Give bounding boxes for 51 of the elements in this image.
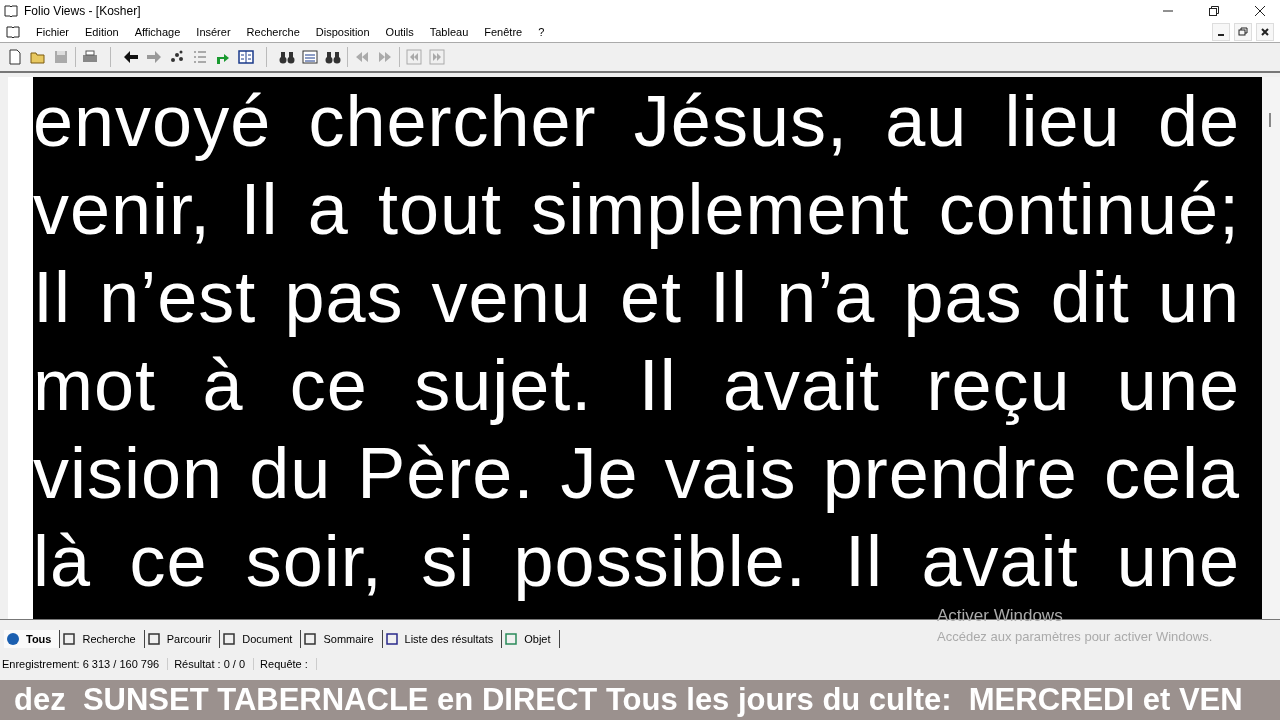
tab[interactable]: Recherche <box>60 630 145 648</box>
text-line: là ce soir, si possible. Il avait une <box>33 520 1240 603</box>
tab[interactable]: Sommaire <box>301 630 383 648</box>
tab[interactable]: Parcourir <box>144 630 221 648</box>
close-icon[interactable] <box>1254 5 1266 17</box>
tab[interactable]: Document <box>220 630 302 648</box>
forward-arrow-icon[interactable] <box>145 48 163 66</box>
tab[interactable]: Objet <box>502 630 560 648</box>
text-line: Il n’est pas venu et Il n’a pas dit un <box>33 256 1240 339</box>
status-text: Résultat : 0 / 0 <box>174 658 255 670</box>
activation-text: Accédez aux paramètres pour activer Windows. <box>937 629 1213 644</box>
new-file-icon[interactable] <box>6 48 24 66</box>
next-icon[interactable] <box>428 48 446 66</box>
text-line: vision du Père. Je vais prendre cela <box>33 432 1240 515</box>
query-icon[interactable] <box>301 48 319 66</box>
ticker-text: dez SUNSET TABERNACLE en DIRECT Tous les jours du culte: MERCREDI et VEN <box>14 682 1243 718</box>
list-icon[interactable] <box>191 48 209 66</box>
window-title: Folio Views - [Kosher] <box>24 4 141 18</box>
tab-icon <box>62 632 77 646</box>
tab-icon <box>222 632 237 646</box>
restore-icon[interactable] <box>1234 23 1252 41</box>
columns-icon[interactable] <box>237 48 255 66</box>
menu-item[interactable]: Disposition <box>315 26 370 38</box>
previous-icon[interactable] <box>405 48 423 66</box>
menu-item[interactable]: Recherche <box>246 26 300 38</box>
minimize-icon[interactable] <box>1212 23 1230 41</box>
status-text: Enregistrement: 6 313 / 160 796 <box>2 658 169 670</box>
restore-icon[interactable] <box>1208 5 1220 17</box>
menu-item[interactable]: Outils <box>385 26 414 38</box>
menu-item[interactable]: Affichage <box>134 26 181 38</box>
menu-item[interactable]: Edition <box>85 26 119 38</box>
save-icon[interactable] <box>52 48 70 66</box>
menu-item[interactable]: Insérer <box>196 26 231 38</box>
text-line: mot à ce sujet. Il avait reçu une <box>33 344 1240 427</box>
tab[interactable]: Tous <box>4 630 61 648</box>
menu-item[interactable]: Fenêtre <box>484 26 523 38</box>
text-line: venir, Il a tout simplement continué; <box>33 168 1240 251</box>
tab-icon <box>384 632 399 646</box>
book-icon <box>4 4 18 18</box>
tab-icon <box>6 632 20 646</box>
tab-icon <box>504 632 519 646</box>
menu-item[interactable]: Fichier <box>36 26 69 38</box>
scrollbar[interactable] <box>1262 77 1280 619</box>
text-line: envoyé chercher Jésus, au lieu de <box>33 80 1240 163</box>
status-text: Requête : <box>260 658 317 670</box>
tab-icon <box>303 632 318 646</box>
tab-icon <box>146 632 161 646</box>
book-icon <box>6 25 20 39</box>
menu-item[interactable]: ? <box>538 26 545 38</box>
tab[interactable]: Liste des résultats <box>382 630 503 648</box>
menu-item[interactable]: Tableau <box>429 26 469 38</box>
